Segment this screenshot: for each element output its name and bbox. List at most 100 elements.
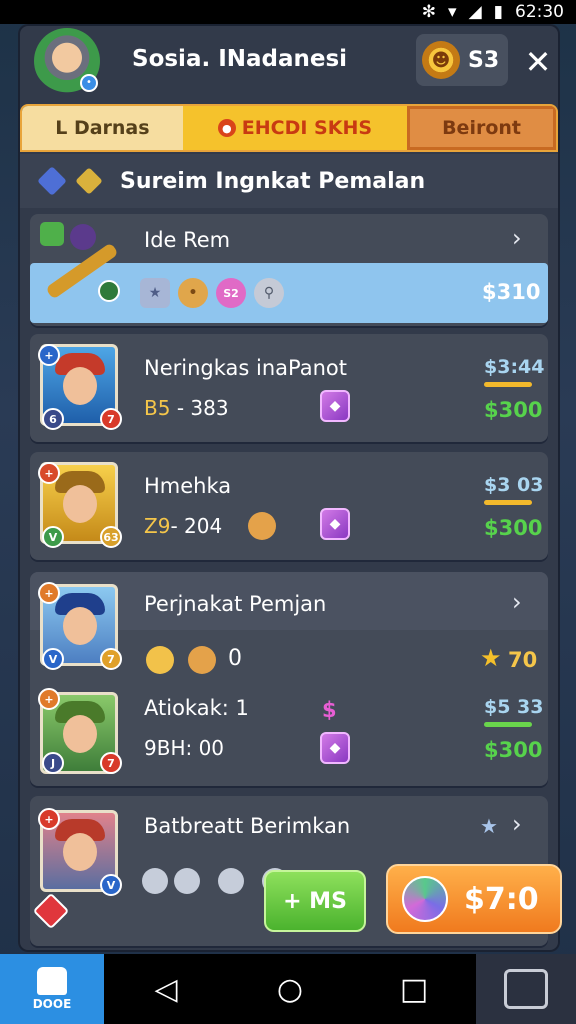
offer-price: $310 (482, 280, 541, 304)
cookie-icon (146, 646, 174, 674)
mystery-box-icon: ◆ (320, 508, 350, 540)
row-title: Ide Rem (144, 228, 231, 252)
green-badge-icon (40, 222, 64, 246)
row-title: Hmehka (144, 474, 232, 498)
section-header: Sureim Ingnkat Pemalan (20, 154, 558, 208)
status-bar: ✻ ▾ ◢ ▮ 62:30 (0, 0, 576, 24)
progress-bar (484, 722, 532, 727)
slot-icon (174, 868, 200, 894)
pink-token-icon: S2 (216, 278, 246, 308)
stat-a: B5 (144, 396, 171, 420)
tab-label: Beiront (442, 117, 521, 139)
signal-icon: ◢ (468, 2, 482, 22)
progress-bar (484, 500, 532, 505)
recents-button[interactable]: □ (352, 954, 476, 1024)
slot-icon (218, 868, 244, 894)
home-button[interactable]: DOOE (0, 954, 104, 1024)
cookie-icon (248, 512, 276, 540)
price-old: $3 03 (484, 474, 544, 496)
row-title: Perjnakat Pemjan (144, 592, 327, 616)
home-icon (37, 967, 67, 995)
row-title: Batbreatt Berimkan (144, 814, 351, 838)
add-button[interactable]: + MS (264, 870, 366, 932)
row-title: Atiokak: 1 (144, 696, 249, 720)
level-badge: V (42, 526, 64, 548)
tab-darnas[interactable]: L Darnas (22, 106, 183, 150)
level-badge: V (100, 874, 122, 896)
row-stat: B5 - 383 (144, 396, 229, 420)
plus-badge-icon: + (38, 582, 60, 604)
close-button[interactable]: ✕ (518, 42, 558, 82)
price-old: $5 33 (484, 696, 544, 718)
face-icon (63, 607, 97, 645)
tab-label: L Darnas (55, 117, 150, 139)
coin-counter[interactable]: ☻ S3 (416, 34, 508, 86)
row-stat: Z9- 204 (144, 514, 222, 538)
circle-icon: ○ (276, 971, 304, 1007)
star-value: 70 (508, 648, 538, 672)
inventory-icon (504, 969, 548, 1009)
home-circle-button[interactable]: ○ (228, 954, 352, 1024)
player-avatar[interactable]: • (34, 28, 100, 94)
face-icon (63, 367, 97, 405)
plus-badge-icon: + (38, 344, 60, 366)
chevron-right-icon[interactable]: › (512, 224, 522, 252)
stat-b: - 204 (170, 514, 223, 538)
rank-badge: 7 (100, 408, 122, 430)
rank-badge: 63 (100, 526, 122, 548)
stat-b: - 383 (176, 396, 229, 420)
rank-badge: 7 (100, 648, 122, 670)
tab-label: EHCDI SKHS (241, 117, 373, 139)
avatar-level-badge: • (80, 74, 98, 92)
navigation-bar: DOOE ◁ ○ □ (0, 954, 576, 1024)
status-time: 62:30 (515, 2, 564, 22)
cookie-icon (188, 646, 216, 674)
star-icon: ★ (480, 814, 498, 838)
blue-gem-icon (37, 166, 67, 196)
tab-bar: L Darnas ● EHCDI SKHS Beiront (20, 104, 558, 152)
back-triangle-icon: ◁ (154, 971, 178, 1007)
gem-orb-icon (402, 876, 448, 922)
character-with-sword-icon (40, 222, 120, 302)
plus-badge-icon: + (38, 462, 60, 484)
mystery-box-icon: ◆ (320, 390, 350, 422)
tab-skhs[interactable]: ● EHCDI SKHS (182, 106, 408, 150)
rank-badge: 7 (100, 752, 122, 774)
character-head-icon (70, 224, 96, 250)
back-button[interactable]: ◁ (104, 954, 228, 1024)
gold-cube-icon (75, 167, 103, 195)
square-icon: □ (399, 971, 429, 1007)
buy-button[interactable]: $7:0 (386, 864, 562, 934)
chevron-right-icon[interactable]: › (512, 588, 522, 616)
alert-icon: ● (217, 119, 236, 137)
price-old: $3:44 (484, 356, 545, 378)
plus-badge-icon: + (38, 688, 60, 710)
level-badge: V (42, 648, 64, 670)
mystery-box-icon: ◆ (320, 732, 350, 764)
battery-icon: ▮ (493, 2, 503, 22)
buy-price: $7:0 (464, 881, 539, 917)
home-label: DOOE (32, 997, 72, 1011)
price-new: $300 (484, 398, 543, 422)
settings-icon: ✻ (421, 2, 437, 22)
slot-icon (142, 868, 168, 894)
face-icon (63, 485, 97, 523)
level-badge: 6 (42, 408, 64, 430)
chevron-right-icon[interactable]: › (512, 810, 522, 838)
star-icon: ★ (480, 644, 502, 672)
plus-badge-icon: + (38, 808, 60, 830)
coin-icon: ☻ (422, 41, 460, 79)
section-title: Sureim Ingnkat Pemalan (120, 168, 426, 194)
row-stat: 9BH: 00 (144, 736, 225, 760)
stat-a: Z9 (144, 514, 171, 538)
dollar-icon: $ (322, 698, 337, 722)
cookie-icon: • (178, 278, 208, 308)
face-icon (63, 833, 97, 871)
row-title: Neringkas inaPanot (144, 356, 348, 380)
inventory-button[interactable] (476, 954, 576, 1024)
coin-value: S3 (468, 47, 500, 73)
tab-beiront[interactable]: Beiront (407, 106, 556, 150)
star-icon: ★ (140, 278, 170, 308)
price-new: $300 (484, 738, 543, 762)
face-icon (63, 715, 97, 753)
